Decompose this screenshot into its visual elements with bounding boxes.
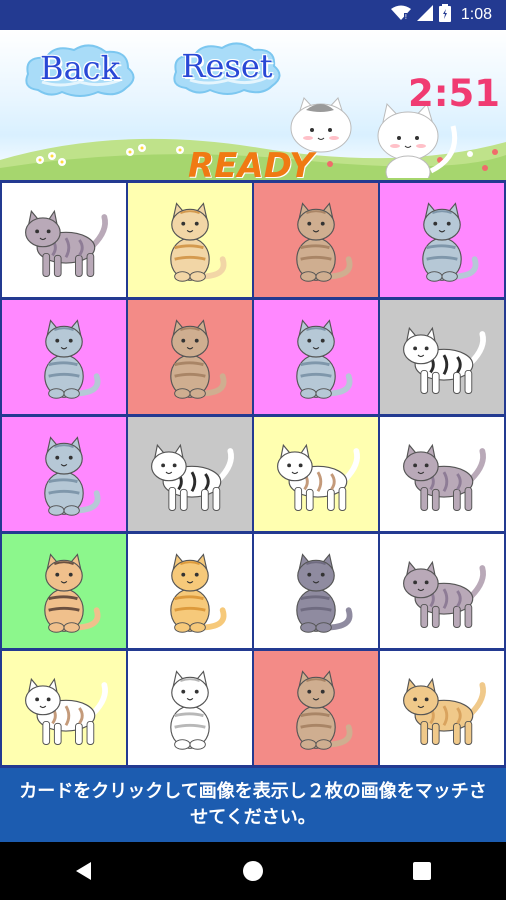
- card-13[interactable]: [2, 534, 126, 648]
- status-bar: ! 1:08: [0, 0, 506, 30]
- card-7[interactable]: [254, 300, 378, 414]
- card-3[interactable]: [254, 183, 378, 297]
- instruction-banner: カードをクリックして画像を表示し２枚の画像をマッチさせてください。: [0, 768, 506, 842]
- tan-sitting-cat-icon: [296, 202, 353, 282]
- card-grid: [0, 180, 506, 768]
- card-8[interactable]: [380, 300, 504, 414]
- card-6[interactable]: [128, 300, 252, 414]
- orange-tabby-sitting-cat-icon: [170, 553, 227, 633]
- status-clock: 1:08: [460, 6, 492, 23]
- black-white-standing-cat-icon: [403, 326, 486, 394]
- game-timer: 2:51: [407, 72, 500, 115]
- orange-longhair-sitting-cat-icon: [170, 202, 227, 282]
- cream-standing-cat-icon: [403, 677, 486, 745]
- reset-button[interactable]: Reset: [168, 40, 286, 95]
- game-status-text: READY: [188, 146, 314, 180]
- reset-button-label: Reset: [181, 47, 273, 85]
- silver-tabby-sitting-cat-icon: [422, 202, 479, 282]
- silver-tabby-sitting-cat-icon: [296, 319, 353, 399]
- silver-tabby-sitting-cat-icon: [44, 319, 101, 399]
- status-icons: ! 1:08: [390, 4, 492, 26]
- signal-icon: [416, 5, 433, 25]
- card-18[interactable]: [128, 651, 252, 765]
- svg-text:!: !: [404, 13, 407, 21]
- card-14[interactable]: [128, 534, 252, 648]
- back-triangle-icon: [76, 862, 92, 880]
- card-19[interactable]: [254, 651, 378, 765]
- game-header: Back Reset 2:51 READY: [0, 30, 506, 180]
- white-longhair-sitting-cat-icon: [170, 670, 227, 750]
- card-16[interactable]: [380, 534, 504, 648]
- card-12[interactable]: [380, 417, 504, 531]
- siamese-sitting-cat-icon: [44, 553, 101, 633]
- tan-sitting-cat-icon: [296, 670, 353, 750]
- card-10[interactable]: [128, 417, 252, 531]
- wifi-icon: !: [390, 5, 411, 25]
- card-1[interactable]: [2, 183, 126, 297]
- card-2[interactable]: [128, 183, 252, 297]
- card-17[interactable]: [2, 651, 126, 765]
- calico-standing-cat-icon: [25, 677, 108, 745]
- recents-square-icon: [412, 862, 431, 880]
- gray-tabby-standing-cat-icon: [403, 443, 486, 511]
- card-15[interactable]: [254, 534, 378, 648]
- card-9[interactable]: [2, 417, 126, 531]
- home-circle-icon: [242, 861, 263, 881]
- back-button-label: Back: [40, 49, 120, 87]
- gray-tabby-standing-cat-icon: [25, 209, 108, 277]
- card-11[interactable]: [254, 417, 378, 531]
- nav-back-button[interactable]: [54, 849, 114, 893]
- silver-tabby-sitting-cat-icon: [44, 436, 101, 516]
- tan-sitting-cat-icon: [170, 319, 227, 399]
- black-white-standing-cat-icon: [151, 443, 234, 511]
- card-20[interactable]: [380, 651, 504, 765]
- nav-home-button[interactable]: [223, 849, 283, 893]
- system-nav-bar: [0, 842, 506, 900]
- gray-sitting-cat-icon: [296, 553, 353, 633]
- card-5[interactable]: [2, 300, 126, 414]
- calico-standing-cat-icon: [277, 443, 360, 511]
- gray-tabby-standing-cat-icon: [403, 560, 486, 628]
- card-4[interactable]: [380, 183, 504, 297]
- battery-icon: [438, 4, 451, 26]
- nav-recents-button[interactable]: [392, 849, 452, 893]
- back-button[interactable]: Back: [20, 42, 140, 97]
- instruction-text: カードをクリックして画像を表示し２枚の画像をマッチさせてください。: [19, 781, 487, 828]
